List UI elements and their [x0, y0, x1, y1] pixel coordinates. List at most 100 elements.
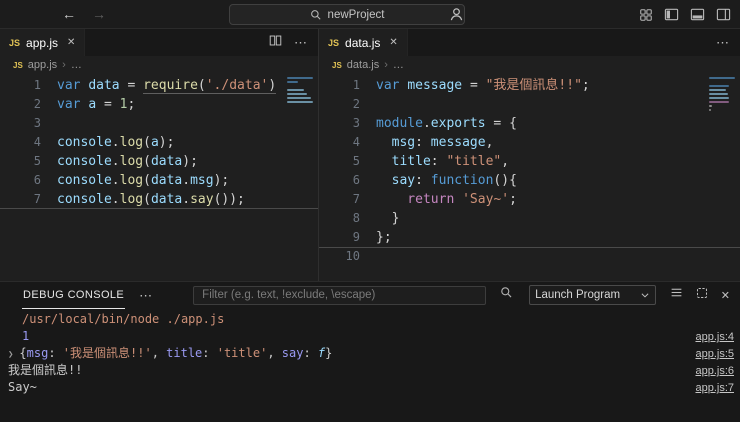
line-number[interactable]: 1	[319, 76, 360, 95]
console-source-link[interactable]: app.js:6	[695, 363, 734, 380]
line-number[interactable]: 3	[319, 114, 360, 133]
tab-debug-console[interactable]: DEBUG CONSOLE	[22, 282, 125, 309]
launch-program-dropdown[interactable]: Launch Program	[529, 285, 656, 305]
split-editor-icon[interactable]	[269, 34, 282, 52]
line-number[interactable]: 9	[319, 228, 360, 247]
line-number[interactable]: 6	[319, 171, 360, 190]
code-line[interactable]: 1var message = "我是個訊息!!";	[319, 76, 740, 95]
minimap[interactable]	[707, 77, 737, 117]
filter-search-icon[interactable]	[500, 286, 513, 304]
customize-layout-icon[interactable]	[639, 8, 653, 22]
code-line[interactable]: 9};	[319, 228, 740, 247]
line-number[interactable]: 2	[319, 95, 360, 114]
code-token: .	[423, 116, 431, 131]
console-source-link[interactable]: app.js:5	[695, 346, 734, 363]
line-number[interactable]: 6	[0, 171, 41, 190]
more-actions-icon[interactable]: ⋯	[139, 289, 153, 302]
code-line[interactable]: 7console.log(data.say());	[0, 190, 318, 209]
code-token: data	[151, 192, 182, 207]
minimap-line	[709, 85, 729, 87]
line-number[interactable]: 5	[0, 152, 41, 171]
line-number[interactable]: 2	[0, 95, 41, 114]
toggle-secondary-sidebar-icon[interactable]	[716, 7, 731, 22]
line-number[interactable]: 7	[0, 190, 41, 209]
code-token: log	[120, 154, 143, 169]
code-token: module	[376, 116, 423, 131]
console-source-link[interactable]: app.js:4	[695, 329, 734, 346]
tab-app-js[interactable]: JS app.js ✕	[0, 29, 85, 56]
account-icon[interactable]	[449, 7, 464, 27]
panel-actions: ✕	[670, 286, 730, 304]
close-panel-icon[interactable]: ✕	[721, 289, 730, 302]
console-source-link[interactable]: app.js:7	[695, 380, 734, 397]
code-token: .	[112, 154, 120, 169]
code-token: message	[407, 78, 470, 93]
code-line[interactable]: 4 msg: message,	[319, 133, 740, 152]
code-token: log	[120, 192, 143, 207]
clear-console-icon[interactable]	[670, 286, 683, 304]
code-token: 我是個訊息!!	[8, 363, 82, 377]
line-number[interactable]: 4	[0, 133, 41, 152]
code-token: a	[88, 97, 104, 112]
line-number[interactable]: 1	[0, 76, 41, 95]
line-number[interactable]: 5	[319, 152, 360, 171]
forward-arrow-icon[interactable]: →	[92, 6, 106, 22]
minimap[interactable]	[285, 77, 315, 105]
code-token: (	[198, 78, 206, 94]
editor-group-left: JS app.js ✕ ⋯ JS app.js › …	[0, 29, 318, 281]
filter-input[interactable]	[193, 286, 486, 305]
line-number[interactable]: 10	[319, 247, 360, 266]
code-token: ,	[486, 135, 494, 150]
code-editor-data-js[interactable]: 1var message = "我是個訊息!!";23module.export…	[319, 74, 740, 281]
code-token: say	[376, 173, 415, 188]
code-token: =	[104, 97, 120, 112]
console-text: Say~	[8, 380, 37, 394]
code-token: (	[143, 154, 151, 169]
code-token: msg	[190, 173, 213, 188]
close-tab-icon[interactable]: ✕	[389, 37, 397, 48]
code-token: =	[470, 78, 486, 93]
code-line[interactable]: 3	[0, 114, 318, 133]
code-line[interactable]: 4console.log(a);	[0, 133, 318, 152]
code-token: console	[57, 192, 112, 207]
code-line[interactable]: 6console.log(data.msg);	[0, 171, 318, 190]
debug-console-output[interactable]: /usr/local/bin/node ./app.js1app.js:4❯{m…	[0, 308, 740, 422]
tab-data-js[interactable]: JS data.js ✕	[319, 29, 408, 56]
back-arrow-icon[interactable]: ←	[62, 6, 76, 22]
maximize-panel-icon[interactable]	[696, 286, 708, 304]
code-token: ;	[582, 78, 590, 93]
code-line[interactable]: 8 }	[319, 209, 740, 228]
code-token: var	[57, 97, 88, 112]
more-actions-icon[interactable]: ⋯	[294, 36, 308, 49]
code-editor-app-js[interactable]: 1var data = require('./data')2var a = 1;…	[0, 74, 318, 281]
minimap-line	[709, 109, 711, 111]
chevron-down-icon	[640, 290, 650, 300]
code-line[interactable]: 2	[319, 95, 740, 114]
toggle-sidebar-icon[interactable]	[664, 7, 679, 22]
code-line[interactable]: 5console.log(data);	[0, 152, 318, 171]
line-number[interactable]: 7	[319, 190, 360, 209]
code-token: ,	[267, 346, 281, 360]
breadcrumb[interactable]: JS data.js › …	[319, 56, 740, 74]
js-file-icon: JS	[332, 61, 342, 70]
code-line[interactable]: 3module.exports = {	[319, 114, 740, 133]
code-line[interactable]: 7 return 'Say~';	[319, 190, 740, 209]
breadcrumb[interactable]: JS app.js › …	[0, 56, 318, 74]
code-token: {	[509, 116, 517, 131]
code-line[interactable]: 6 say: function(){	[319, 171, 740, 190]
more-actions-icon[interactable]: ⋯	[716, 36, 730, 49]
code-line[interactable]: 2var a = 1;	[0, 95, 318, 114]
toggle-panel-icon[interactable]	[690, 7, 705, 22]
close-tab-icon[interactable]: ✕	[67, 37, 75, 48]
breadcrumb-more: …	[71, 59, 82, 71]
command-center-search[interactable]: newProject	[229, 4, 465, 25]
line-number[interactable]: 3	[0, 114, 41, 133]
minimap-line	[709, 105, 712, 107]
code-line[interactable]: 10	[319, 247, 740, 266]
code-line[interactable]: 5 title: "title",	[319, 152, 740, 171]
line-number[interactable]: 4	[319, 133, 360, 152]
line-number[interactable]: 8	[319, 209, 360, 228]
code-line[interactable]: 1var data = require('./data')	[0, 76, 318, 95]
code-token: log	[120, 135, 143, 150]
code-token: }	[376, 211, 399, 226]
